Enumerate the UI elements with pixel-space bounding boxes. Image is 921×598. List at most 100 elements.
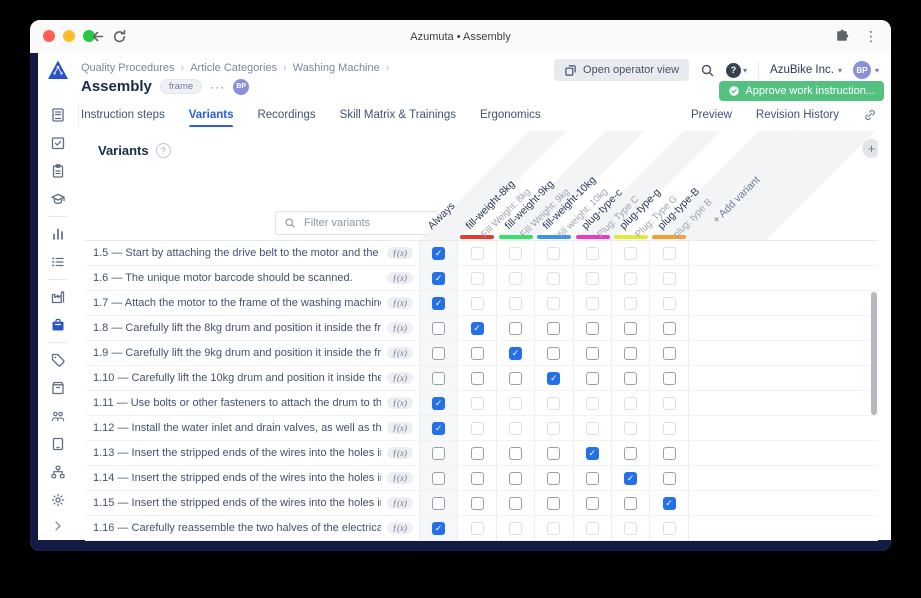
checkbox-unchecked[interactable] — [624, 322, 637, 335]
azumuta-logo-icon[interactable] — [46, 58, 70, 82]
sidebar-item-work-instructions[interactable] — [44, 101, 72, 129]
tab-revision-history[interactable]: Revision History — [756, 109, 839, 121]
search-icon[interactable] — [700, 63, 715, 78]
vertical-scrollbar[interactable] — [871, 292, 877, 415]
checkbox-unchecked[interactable] — [624, 497, 637, 510]
sidebar-item-factory[interactable] — [44, 283, 72, 311]
checkbox-checked[interactable]: ✓ — [586, 447, 599, 460]
share-link-icon[interactable] — [863, 108, 877, 122]
breadcrumb-item[interactable]: Quality Procedures — [81, 62, 175, 74]
checkbox-checked[interactable]: ✓ — [432, 397, 445, 410]
tab-variants[interactable]: Variants — [189, 103, 234, 127]
help-menu[interactable]: ? ▾ — [726, 63, 747, 78]
checkbox-unchecked[interactable] — [663, 447, 676, 460]
checkbox-unchecked[interactable] — [432, 347, 445, 360]
checkbox-checked[interactable]: ✓ — [432, 522, 445, 535]
checkbox-unchecked[interactable] — [432, 472, 445, 485]
checkbox-unchecked[interactable] — [471, 447, 484, 460]
sidebar-expand-icon[interactable] — [50, 518, 66, 534]
checkbox-unchecked[interactable] — [547, 347, 560, 360]
tab-ergonomics[interactable]: Ergonomics — [480, 103, 541, 127]
user-menu[interactable]: BP ▾ — [853, 61, 879, 79]
step-label-cell[interactable]: 1.9 — Carefully lift the 9kg drum and po… — [85, 341, 420, 365]
sidebar-item-checklists[interactable] — [44, 157, 72, 185]
checkbox-unchecked[interactable] — [432, 497, 445, 510]
breadcrumb-item[interactable]: Washing Machine — [293, 62, 380, 74]
add-column-button[interactable]: + — [862, 139, 878, 158]
checkbox-unchecked[interactable] — [509, 472, 522, 485]
checkbox-unchecked[interactable] — [663, 472, 676, 485]
checkbox-unchecked[interactable] — [509, 497, 522, 510]
step-label-cell[interactable]: 1.11 — Use bolts or other fasteners to a… — [85, 391, 420, 415]
checkbox-unchecked[interactable] — [624, 347, 637, 360]
checkbox-unchecked[interactable] — [586, 497, 599, 510]
checkbox-checked[interactable]: ✓ — [432, 297, 445, 310]
assignee-avatar[interactable]: BP — [233, 79, 249, 95]
checkbox-unchecked[interactable] — [586, 347, 599, 360]
extensions-icon[interactable] — [834, 28, 851, 45]
sidebar-item-tags[interactable] — [44, 346, 72, 374]
checkbox-unchecked[interactable] — [547, 447, 560, 460]
sidebar-item-integrations[interactable] — [44, 458, 72, 486]
breadcrumb-item[interactable]: Article Categories — [190, 62, 277, 74]
checkbox-unchecked[interactable] — [547, 322, 560, 335]
open-operator-view-button[interactable]: Open operator view — [554, 59, 689, 81]
sidebar-item-audits[interactable] — [44, 129, 72, 157]
step-label-cell[interactable]: 1.10 — Carefully lift the 10kg drum and … — [85, 366, 420, 390]
tab-recordings[interactable]: Recordings — [257, 103, 315, 127]
step-label-cell[interactable]: 1.15 — Insert the stripped ends of the w… — [85, 491, 420, 515]
filter-variants-input[interactable] — [302, 216, 429, 230]
checkbox-unchecked[interactable] — [586, 472, 599, 485]
checkbox-unchecked[interactable] — [432, 447, 445, 460]
checkbox-unchecked[interactable] — [432, 372, 445, 385]
checkbox-unchecked[interactable] — [432, 322, 445, 335]
checkbox-unchecked[interactable] — [663, 322, 676, 335]
step-label-cell[interactable]: 1.6 — The unique motor barcode should be… — [85, 266, 420, 290]
checkbox-unchecked[interactable] — [624, 372, 637, 385]
sidebar-item-analytics[interactable] — [44, 220, 72, 248]
checkbox-unchecked[interactable] — [471, 472, 484, 485]
step-label-cell[interactable]: 1.12 — Install the water inlet and drain… — [85, 416, 420, 440]
help-tooltip-icon[interactable]: ? — [156, 143, 171, 158]
checkbox-checked[interactable]: ✓ — [624, 472, 637, 485]
step-label-cell[interactable]: 1.8 — Carefully lift the 8kg drum and po… — [85, 316, 420, 340]
sidebar-item-inventory[interactable] — [44, 374, 72, 402]
checkbox-unchecked[interactable] — [624, 447, 637, 460]
checkbox-unchecked[interactable] — [586, 322, 599, 335]
checkbox-unchecked[interactable] — [471, 497, 484, 510]
organization-menu[interactable]: AzuBike Inc. ▾ — [770, 64, 842, 76]
checkbox-checked[interactable]: ✓ — [432, 422, 445, 435]
sidebar-item-team[interactable] — [44, 402, 72, 430]
checkbox-checked[interactable]: ✓ — [663, 497, 676, 510]
checkbox-unchecked[interactable] — [663, 372, 676, 385]
step-label-cell[interactable]: 1.16 — Carefully reassemble the two halv… — [85, 516, 420, 540]
tab-instruction-steps[interactable]: Instruction steps — [81, 103, 165, 127]
sidebar-item-products[interactable] — [44, 311, 72, 339]
checkbox-checked[interactable]: ✓ — [547, 372, 560, 385]
checkbox-unchecked[interactable] — [547, 497, 560, 510]
sidebar-item-action-lists[interactable] — [44, 248, 72, 276]
checkbox-unchecked[interactable] — [509, 372, 522, 385]
browser-menu-icon[interactable]: ⋮ — [864, 27, 878, 45]
checkbox-checked[interactable]: ✓ — [432, 247, 445, 260]
tab-preview[interactable]: Preview — [691, 109, 732, 121]
sidebar-item-trainings[interactable] — [44, 185, 72, 213]
checkbox-unchecked[interactable] — [471, 347, 484, 360]
checkbox-checked[interactable]: ✓ — [471, 322, 484, 335]
step-label-cell[interactable]: 1.14 — Insert the stripped ends of the w… — [85, 466, 420, 490]
checkbox-checked[interactable]: ✓ — [509, 347, 522, 360]
step-label-cell[interactable]: 1.5 — Start by attaching the drive belt … — [85, 241, 420, 265]
more-options-icon[interactable]: ··· — [210, 80, 225, 94]
checkbox-unchecked[interactable] — [471, 372, 484, 385]
checkbox-unchecked[interactable] — [509, 322, 522, 335]
tab-skill-matrix-trainings[interactable]: Skill Matrix & Trainings — [340, 103, 456, 127]
checkbox-unchecked[interactable] — [509, 447, 522, 460]
checkbox-unchecked[interactable] — [586, 372, 599, 385]
step-label-cell[interactable]: 1.13 — Insert the stripped ends of the w… — [85, 441, 420, 465]
sidebar-item-settings[interactable] — [44, 486, 72, 514]
step-label-cell[interactable]: 1.7 — Attach the motor to the frame of t… — [85, 291, 420, 315]
checkbox-unchecked[interactable] — [547, 472, 560, 485]
checkbox-checked[interactable]: ✓ — [432, 272, 445, 285]
sidebar-item-devices[interactable] — [44, 430, 72, 458]
approve-work-instruction-button[interactable]: Approve work instruction... — [719, 81, 884, 101]
